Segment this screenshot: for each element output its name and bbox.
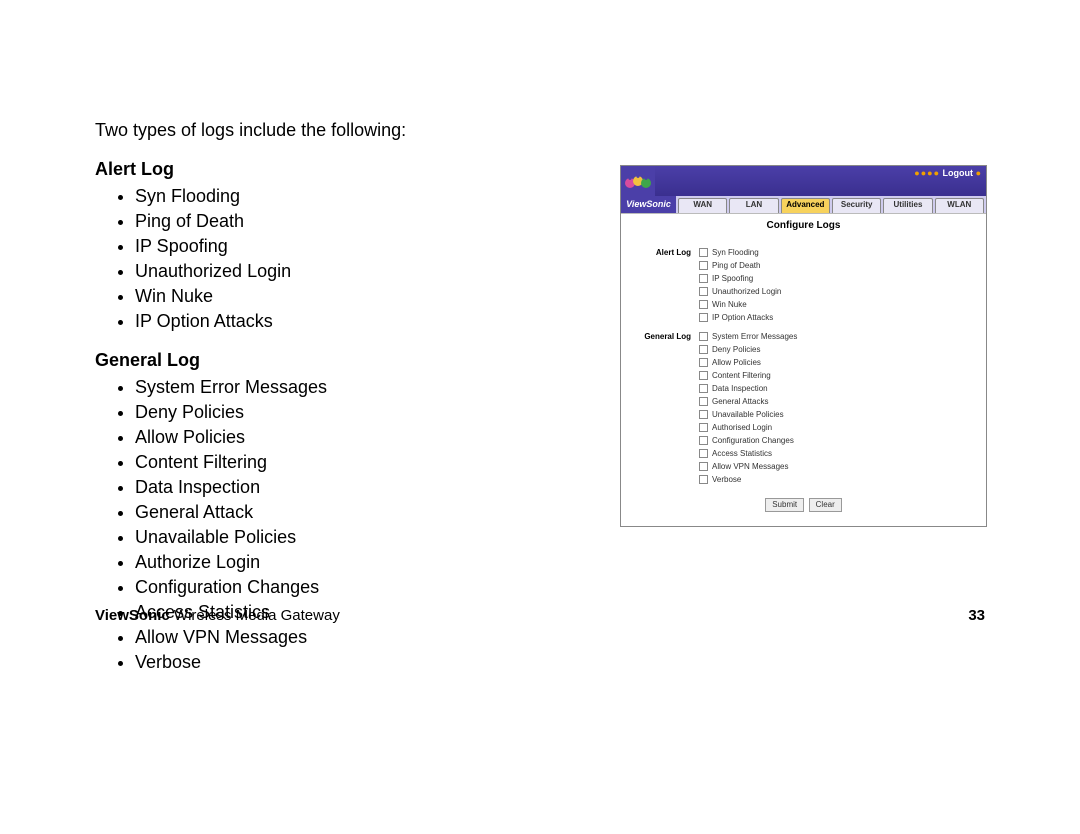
checkbox[interactable] bbox=[699, 248, 708, 257]
checkbox[interactable] bbox=[699, 462, 708, 471]
list-item: IP Spoofing bbox=[135, 236, 575, 257]
intro-text: Two types of logs include the following: bbox=[95, 120, 575, 141]
option-label: Syn Flooding bbox=[712, 248, 759, 258]
list-item: Configuration Changes bbox=[135, 577, 575, 598]
mascot-icon bbox=[621, 166, 655, 196]
checkbox[interactable] bbox=[699, 274, 708, 283]
list-item: Authorize Login bbox=[135, 552, 575, 573]
list-item: Syn Flooding bbox=[135, 186, 575, 207]
option-label: IP Option Attacks bbox=[712, 313, 773, 323]
tab-advanced[interactable]: Advanced bbox=[781, 198, 830, 213]
tab-lan[interactable]: LAN bbox=[729, 198, 778, 213]
list-item: IP Option Attacks bbox=[135, 311, 575, 332]
general-log-heading: General Log bbox=[95, 350, 575, 371]
checkbox[interactable] bbox=[699, 436, 708, 445]
list-item: Data Inspection bbox=[135, 477, 575, 498]
option-label: Verbose bbox=[712, 475, 741, 485]
checkbox[interactable] bbox=[699, 345, 708, 354]
general-log-label: General Log bbox=[631, 330, 699, 486]
option-label: System Error Messages bbox=[712, 332, 797, 342]
checkbox[interactable] bbox=[699, 397, 708, 406]
alert-log-list: Syn Flooding Ping of Death IP Spoofing U… bbox=[95, 186, 575, 332]
option-label: Configuration Changes bbox=[712, 436, 794, 446]
topbar: ●●●● Logout ● bbox=[621, 166, 986, 196]
checkbox[interactable] bbox=[699, 371, 708, 380]
checkbox[interactable] bbox=[699, 475, 708, 484]
list-item: Content Filtering bbox=[135, 452, 575, 473]
footer-product: ViewSonic Wireless Media Gateway bbox=[95, 607, 340, 624]
left-column: Two types of logs include the following:… bbox=[95, 120, 575, 691]
checkbox[interactable] bbox=[699, 384, 708, 393]
list-item: Unavailable Policies bbox=[135, 527, 575, 548]
option-label: Deny Policies bbox=[712, 345, 760, 355]
option-label: IP Spoofing bbox=[712, 274, 753, 284]
tab-wan[interactable]: WAN bbox=[678, 198, 727, 213]
alert-log-heading: Alert Log bbox=[95, 159, 575, 180]
panel-title: Configure Logs bbox=[621, 213, 986, 240]
clear-button[interactable]: Clear bbox=[809, 498, 842, 512]
brand-row: ViewSonic WAN LAN Advanced Security Util… bbox=[621, 196, 986, 213]
button-row: Submit Clear bbox=[631, 492, 976, 512]
logout-link[interactable]: ●●●● Logout ● bbox=[914, 168, 982, 179]
list-item: General Attack bbox=[135, 502, 575, 523]
checkbox[interactable] bbox=[699, 287, 708, 296]
checkbox[interactable] bbox=[699, 313, 708, 322]
list-item: Allow VPN Messages bbox=[135, 627, 575, 648]
right-column: ●●●● Logout ● ViewSonic WAN LAN Advanced… bbox=[620, 165, 985, 527]
tab-wlan[interactable]: WLAN bbox=[935, 198, 984, 213]
option-label: Unavailable Policies bbox=[712, 410, 784, 420]
list-item: Deny Policies bbox=[135, 402, 575, 423]
option-label: Win Nuke bbox=[712, 300, 747, 310]
option-label: Content Filtering bbox=[712, 371, 771, 381]
footer-page-number: 33 bbox=[968, 607, 985, 624]
list-item: Allow Policies bbox=[135, 427, 575, 448]
checkbox[interactable] bbox=[699, 300, 708, 309]
router-screenshot: ●●●● Logout ● ViewSonic WAN LAN Advanced… bbox=[620, 165, 987, 527]
general-log-list: System Error Messages Deny Policies Allo… bbox=[95, 377, 575, 673]
submit-button[interactable]: Submit bbox=[765, 498, 804, 512]
nav-tabs: WAN LAN Advanced Security Utilities WLAN bbox=[676, 196, 986, 213]
list-item: Win Nuke bbox=[135, 286, 575, 307]
footer: ViewSonic Wireless Media Gateway 33 bbox=[95, 607, 985, 624]
alert-log-group: Alert Log Syn Flooding Ping of Death IP … bbox=[631, 246, 976, 324]
checkbox[interactable] bbox=[699, 261, 708, 270]
alert-log-label: Alert Log bbox=[631, 246, 699, 324]
option-label: Ping of Death bbox=[712, 261, 760, 271]
option-label: Access Statistics bbox=[712, 449, 772, 459]
list-item: Unauthorized Login bbox=[135, 261, 575, 282]
tab-security[interactable]: Security bbox=[832, 198, 881, 213]
option-label: Data Inspection bbox=[712, 384, 768, 394]
checkbox[interactable] bbox=[699, 332, 708, 341]
list-item: Verbose bbox=[135, 652, 575, 673]
option-label: Authorised Login bbox=[712, 423, 772, 433]
option-label: Allow Policies bbox=[712, 358, 761, 368]
checkbox[interactable] bbox=[699, 449, 708, 458]
checkbox[interactable] bbox=[699, 423, 708, 432]
checkbox[interactable] bbox=[699, 358, 708, 367]
list-item: Ping of Death bbox=[135, 211, 575, 232]
list-item: System Error Messages bbox=[135, 377, 575, 398]
page: Two types of logs include the following:… bbox=[0, 0, 1080, 714]
tab-utilities[interactable]: Utilities bbox=[883, 198, 932, 213]
option-label: Unauthorized Login bbox=[712, 287, 781, 297]
brand-label: ViewSonic bbox=[621, 196, 676, 213]
checkbox[interactable] bbox=[699, 410, 708, 419]
option-label: General Attacks bbox=[712, 397, 768, 407]
form-area: Alert Log Syn Flooding Ping of Death IP … bbox=[621, 240, 986, 526]
general-log-group: General Log System Error Messages Deny P… bbox=[631, 330, 976, 486]
option-label: Allow VPN Messages bbox=[712, 462, 788, 472]
